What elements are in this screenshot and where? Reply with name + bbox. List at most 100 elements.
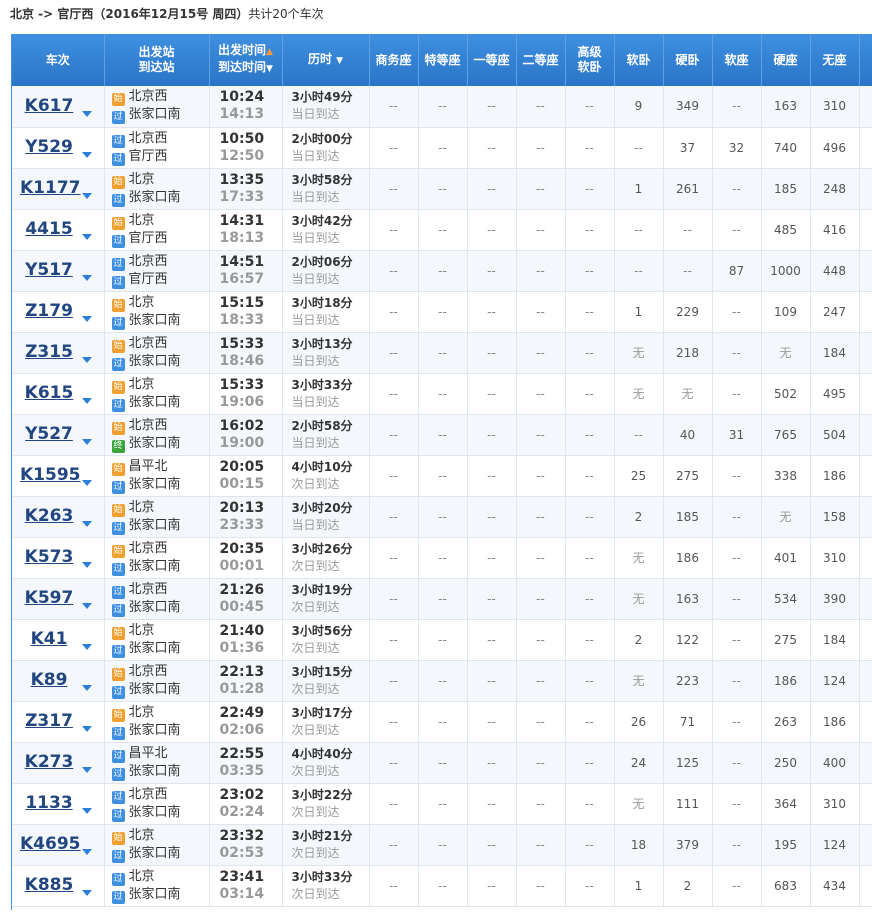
extra-cell (859, 455, 872, 497)
arrival-time: 03:14 (219, 885, 265, 902)
chevron-down-icon[interactable] (82, 480, 92, 486)
seat-count: -- (565, 127, 615, 169)
chevron-down-icon[interactable] (82, 234, 92, 240)
seat-count: 310 (810, 86, 860, 128)
chevron-down-icon[interactable] (82, 439, 92, 445)
train-number-link[interactable]: K273 (20, 752, 78, 772)
seat-count: -- (418, 783, 468, 825)
seat-count: 163 (663, 578, 713, 620)
seat-count: -- (663, 209, 713, 251)
train-number-link[interactable]: K885 (20, 875, 78, 895)
chevron-down-icon[interactable] (82, 603, 92, 609)
chevron-down-icon[interactable] (82, 808, 92, 814)
arrival-day: 当日到达 (291, 394, 340, 409)
arrival-time: 12:50 (219, 147, 265, 164)
seat-count: -- (418, 414, 468, 456)
train-cell: K273 (12, 742, 105, 784)
seat-count: 1000 (761, 250, 811, 292)
table-row: K615 始北京过张家口南 15:33 19:06 3小时33分 当日到达 -- -- -- --… (12, 373, 872, 415)
table-row: K89 始北京西过张家口南 22:13 01:28 3小时15分 次日到达 -- -- -- --… (12, 660, 872, 702)
train-number-link[interactable]: K41 (20, 629, 78, 649)
chevron-down-icon[interactable] (82, 275, 92, 281)
to-station: 张家口南 (128, 722, 181, 738)
stations-cell: 过昌平北过张家口南 (104, 742, 210, 784)
seat-count: -- (369, 865, 419, 907)
seat-count: 18 (614, 824, 664, 866)
chevron-down-icon[interactable] (82, 152, 92, 158)
chevron-down-icon[interactable] (82, 357, 92, 363)
train-number-link[interactable]: K573 (20, 547, 78, 567)
arrival-day: 当日到达 (291, 189, 340, 204)
seat-count: -- (516, 414, 566, 456)
train-number-link[interactable]: K617 (20, 96, 78, 116)
seat-count: 261 (663, 168, 713, 210)
seat-count: 247 (810, 291, 860, 333)
chevron-down-icon[interactable] (82, 110, 92, 117)
times-cell: 22:55 03:35 (209, 742, 283, 784)
seat-count: -- (565, 783, 615, 825)
station-tag-start-icon: 始 (111, 503, 125, 517)
from-station: 北京西 (128, 253, 168, 269)
station-tag-pass-icon: 过 (111, 480, 125, 494)
departure-time: 16:02 (219, 417, 265, 434)
to-station: 官厅西 (128, 230, 168, 246)
duration-cell: 3小时17分 次日到达 (282, 701, 370, 743)
seat-count: -- (418, 168, 468, 210)
train-number-link[interactable]: K615 (20, 383, 78, 403)
seat-count: 401 (761, 537, 811, 579)
chevron-down-icon[interactable] (82, 398, 92, 404)
seat-count: -- (418, 127, 468, 169)
departure-time: 22:55 (219, 745, 265, 762)
train-cell: K89 (12, 660, 105, 702)
chevron-down-icon[interactable] (82, 726, 92, 732)
train-number-link[interactable]: Z317 (20, 711, 78, 731)
chevron-down-icon[interactable] (82, 316, 92, 322)
seat-count: -- (467, 291, 517, 333)
seat-count: -- (516, 250, 566, 292)
train-number-link[interactable]: K263 (20, 506, 78, 526)
seat-count: -- (369, 373, 419, 415)
arrival-time: 03:35 (219, 762, 265, 779)
seat-count: -- (467, 619, 517, 661)
chevron-down-icon[interactable] (82, 767, 92, 773)
chevron-down-icon[interactable] (82, 890, 92, 896)
train-number-link[interactable]: Z179 (20, 301, 78, 321)
train-number-link[interactable]: 4415 (20, 219, 78, 239)
duration-cell: 3小时15分 次日到达 (282, 660, 370, 702)
seat-count: -- (418, 455, 468, 497)
header-duration[interactable]: 历时 ▼ (282, 34, 370, 86)
chevron-down-icon[interactable] (82, 644, 92, 650)
station-tag-pass-icon: 过 (111, 644, 125, 658)
train-cell: Z179 (12, 291, 105, 333)
train-number-link[interactable]: K1595 (20, 465, 81, 485)
train-number-link[interactable]: Y529 (20, 137, 78, 157)
train-number-link[interactable]: K4695 (20, 834, 81, 854)
seat-count: -- (467, 701, 517, 743)
arrival-time: 16:57 (219, 270, 265, 287)
duration-cell: 3小时42分 当日到达 (282, 209, 370, 251)
from-station: 北京西 (128, 663, 168, 679)
train-number-link[interactable]: Y527 (20, 424, 78, 444)
train-number-link[interactable]: K1177 (20, 178, 81, 198)
table-row: 4415 始北京过官厅西 14:31 18:13 3小时42分 当日到达 -- -- -- -- -… (12, 209, 872, 251)
extra-cell (859, 701, 872, 743)
header-first: 一等座 (467, 34, 517, 86)
train-number-link[interactable]: K597 (20, 588, 78, 608)
seat-count: 71 (663, 701, 713, 743)
seat-count: 无 (761, 332, 811, 374)
train-number-link[interactable]: Y517 (20, 260, 78, 280)
chevron-down-icon[interactable] (82, 521, 92, 527)
train-number-link[interactable]: 1133 (20, 793, 78, 813)
train-number-link[interactable]: Z315 (20, 342, 78, 362)
train-number-link[interactable]: K89 (20, 670, 78, 690)
header-times[interactable]: 出发时间▲ 到达时间▼ (209, 34, 283, 86)
chevron-down-icon[interactable] (82, 849, 92, 855)
chevron-down-icon[interactable] (82, 685, 92, 691)
station-tag-pass-icon: 过 (111, 398, 125, 412)
seat-count: -- (467, 578, 517, 620)
train-cell: Z317 (12, 701, 105, 743)
chevron-down-icon[interactable] (82, 562, 92, 568)
duration-cell: 3小时13分 当日到达 (282, 332, 370, 374)
seat-count: -- (712, 701, 762, 743)
chevron-down-icon[interactable] (82, 193, 92, 199)
